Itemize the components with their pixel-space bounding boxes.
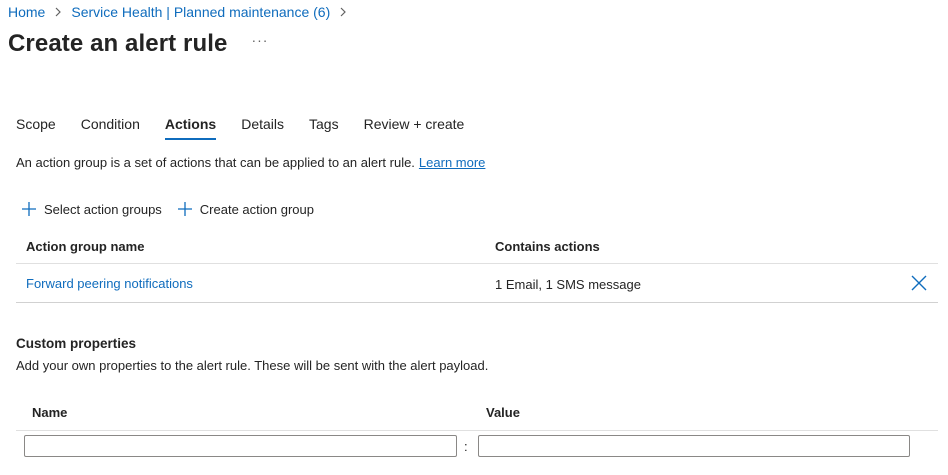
tab-condition[interactable]: Condition [81,116,140,140]
tab-details[interactable]: Details [241,116,284,140]
custom-properties-table-header: Name Value [16,398,938,431]
key-value-separator: : [464,439,468,454]
actions-intro: An action group is a set of actions that… [16,155,485,170]
tab-tags[interactable]: Tags [309,116,339,140]
breadcrumb: Home Service Health | Planned maintenanc… [8,4,356,20]
tab-actions[interactable]: Actions [164,116,217,140]
custom-properties-title: Custom properties [16,336,137,351]
tab-scope[interactable]: Scope [16,116,56,140]
column-header-action-group-name: Action group name [26,239,145,254]
command-bar: Select action groups Create action group [20,200,328,218]
action-groups-table-header: Action group name Contains actions [16,230,938,264]
chevron-right-icon [54,7,62,17]
property-name-input[interactable] [24,435,457,457]
title-row: Create an alert rule ··· [8,30,268,58]
more-options-button[interactable]: ··· [251,32,268,48]
select-action-groups-label: Select action groups [44,201,162,217]
select-action-groups-button[interactable]: Select action groups [20,200,162,218]
page-title: Create an alert rule [8,30,228,57]
create-action-group-button[interactable]: Create action group [176,200,314,218]
breadcrumb-home-link[interactable]: Home [8,4,45,20]
column-header-name: Name [32,405,68,420]
plus-icon [177,202,192,216]
action-group-name-link[interactable]: Forward peering notifications [26,276,193,291]
close-icon[interactable] [910,274,928,292]
table-row: Forward peering notifications 1 Email, 1… [16,264,938,303]
create-action-group-label: Create action group [199,201,314,217]
wizard-tabs: Scope Condition Actions Details Tags Rev… [16,116,489,140]
learn-more-link[interactable]: Learn more [419,155,485,170]
plus-icon [22,202,36,216]
chevron-right-icon [339,7,347,17]
column-header-contains-actions: Contains actions [495,239,600,254]
property-value-input[interactable] [478,435,910,457]
intro-text: An action group is a set of actions that… [16,155,415,170]
tab-review-create[interactable]: Review + create [364,116,465,140]
custom-properties-description: Add your own properties to the alert rul… [16,358,489,373]
contains-actions-value: 1 Email, 1 SMS message [495,277,641,292]
breadcrumb-service-health-link[interactable]: Service Health | Planned maintenance (6) [71,4,330,20]
column-header-value: Value [486,405,520,420]
